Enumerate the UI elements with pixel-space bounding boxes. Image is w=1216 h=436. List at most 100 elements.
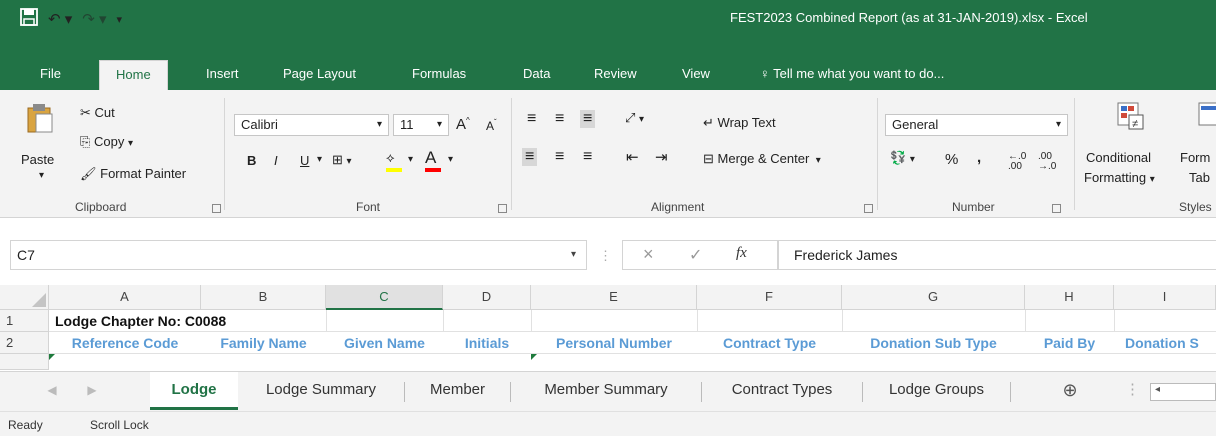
sheet-tab-member-summary[interactable]: Member Summary [511,372,701,410]
number-launcher-icon[interactable] [1052,204,1061,213]
font-color-dropdown-icon[interactable]: ▾ [448,154,453,165]
row-header-3[interactable] [0,354,49,370]
cell-h2[interactable]: Paid By [1025,332,1114,354]
row-header-1[interactable]: 1 [0,310,49,332]
customize-qat-icon[interactable]: ▾ [117,13,123,26]
underline-dropdown-icon[interactable]: ▾ [317,154,322,165]
add-sheet-icon[interactable]: ⊕ [1050,372,1090,410]
font-size-select[interactable]: 11 ▾ [393,114,449,136]
column-header-e[interactable]: E [531,285,697,310]
underline-button[interactable]: U [300,153,309,168]
fill-color-dropdown-icon[interactable]: ▾ [408,154,413,165]
decrease-decimal-icon[interactable]: .00 →.0 [1038,152,1056,172]
column-header-c[interactable]: C [326,285,443,310]
redo-icon[interactable]: ↷ ▾ [82,10,106,28]
scroll-left-icon[interactable]: ◂ [1155,384,1160,395]
save-icon[interactable] [20,7,38,31]
center-icon[interactable]: ≡ [555,148,564,166]
format-as-table-button[interactable]: Form [1180,150,1210,165]
align-left-icon[interactable]: ≡ [522,148,538,166]
select-all-corner[interactable] [0,285,49,310]
formula-input[interactable]: Frederick James [778,240,1216,270]
cell-i2[interactable]: Donation S [1120,332,1216,354]
column-header-d[interactable]: D [443,285,531,310]
tab-data[interactable]: Data [523,58,550,90]
cell-e2[interactable]: Personal Number [531,332,697,354]
sheet-tab-lodge[interactable]: Lodge [150,372,238,410]
tab-formulas[interactable]: Formulas [412,58,466,90]
cell-b2[interactable]: Family Name [201,332,326,354]
cell-c2[interactable]: Given Name [326,332,443,354]
increase-indent-icon[interactable]: ⇥ [655,148,668,166]
font-color-icon[interactable]: A [425,148,441,172]
tab-review[interactable]: Review [594,58,637,90]
cell-a1[interactable]: Lodge Chapter No: C0088 [55,310,226,332]
cell-a2[interactable]: Reference Code [49,332,201,354]
decrease-font-icon[interactable]: Aˇ [486,118,497,133]
orientation-icon[interactable]: ⤢ ▾ [625,110,644,126]
number-format-select[interactable]: General ▾ [885,114,1068,136]
tab-home[interactable]: Home [99,60,168,90]
tab-file[interactable]: File [40,58,61,90]
top-align-icon[interactable]: ≡ [527,110,536,128]
insert-function-icon[interactable]: fx [736,245,747,262]
column-header-h[interactable]: H [1025,285,1114,310]
sheet-tab-member[interactable]: Member [405,372,510,410]
scroll-tabs-right-icon[interactable]: ▶ [82,372,102,410]
font-launcher-icon[interactable] [498,204,507,213]
tab-split-grip-icon[interactable]: ⋮ [1125,372,1140,410]
fill-color-icon[interactable]: ⟡ [386,150,402,172]
column-header-b[interactable]: B [201,285,326,310]
cell-d2[interactable]: Initials [443,332,531,354]
horizontal-scrollbar[interactable]: ◂ [1150,383,1216,401]
sheet-tab-lodge-groups[interactable]: Lodge Groups [863,372,1010,410]
tab-insert[interactable]: Insert [206,58,239,90]
sheet-tab-contract-types[interactable]: Contract Types [702,372,862,410]
paste-dropdown-icon[interactable]: ▾ [39,170,44,181]
increase-decimal-icon[interactable]: ←.0.00 [1008,152,1026,172]
align-right-icon[interactable]: ≡ [583,148,592,166]
bottom-align-icon[interactable]: ≡ [580,110,596,128]
accounting-format-icon[interactable]: 💱 ▾ [890,150,915,166]
bold-button[interactable]: B [247,153,256,168]
tell-me-box[interactable]: ♀ Tell me what you want to do... [760,58,944,90]
tab-view[interactable]: View [682,58,710,90]
font-name-select[interactable]: Calibri ▾ [234,114,389,136]
enter-icon[interactable]: ✓ [689,245,702,265]
conditional-formatting-icon[interactable]: ≠ [1117,102,1145,135]
tab-page-layout[interactable]: Page Layout [283,58,356,90]
column-header-a[interactable]: A [49,285,201,310]
sheet-tab-lodge-summary[interactable]: Lodge Summary [238,372,404,410]
undo-icon[interactable]: ↶ ▾ [48,10,72,28]
column-header-g[interactable]: G [842,285,1025,310]
column-header-f[interactable]: F [697,285,842,310]
comma-button[interactable]: , [977,149,981,166]
borders-icon[interactable]: ⊞ ▾ [332,152,352,168]
format-as-table-label2[interactable]: Tab [1189,170,1210,185]
clipboard-launcher-icon[interactable] [212,204,221,213]
format-painter-button[interactable]: 🖌 Format Painter [80,166,186,182]
paste-icon[interactable] [26,102,54,137]
copy-button[interactable]: ⎘ Copy ▾ [80,134,133,150]
name-box[interactable]: C7 ▾ [10,240,587,270]
wrap-text-button[interactable]: ↵ Wrap Text [703,115,776,131]
decrease-indent-icon[interactable]: ⇤ [626,148,639,166]
formula-bar-grip-icon[interactable]: ⋮ [599,248,612,264]
cell-g2[interactable]: Donation Sub Type [842,332,1025,354]
alignment-launcher-icon[interactable] [864,204,873,213]
format-as-table-icon[interactable] [1198,102,1216,135]
conditional-formatting-label2[interactable]: Formatting ▾ [1084,170,1155,185]
column-header-i[interactable]: I [1114,285,1216,310]
italic-button[interactable]: I [274,153,278,168]
scroll-tabs-left-icon[interactable]: ◀ [42,372,62,410]
cell-f2[interactable]: Contract Type [697,332,842,354]
row-header-2[interactable]: 2 [0,332,49,354]
cancel-icon[interactable]: × [643,244,654,265]
percent-button[interactable]: % [945,151,958,168]
merge-center-button[interactable]: ⊟ Merge & Center ▾ [703,151,821,167]
increase-font-icon[interactable]: A^ [456,116,470,133]
middle-align-icon[interactable]: ≡ [555,110,564,128]
paste-button[interactable]: Paste [21,152,54,167]
cut-button[interactable]: ✂ Cut [80,105,115,121]
conditional-formatting-button[interactable]: Conditional [1086,150,1151,165]
